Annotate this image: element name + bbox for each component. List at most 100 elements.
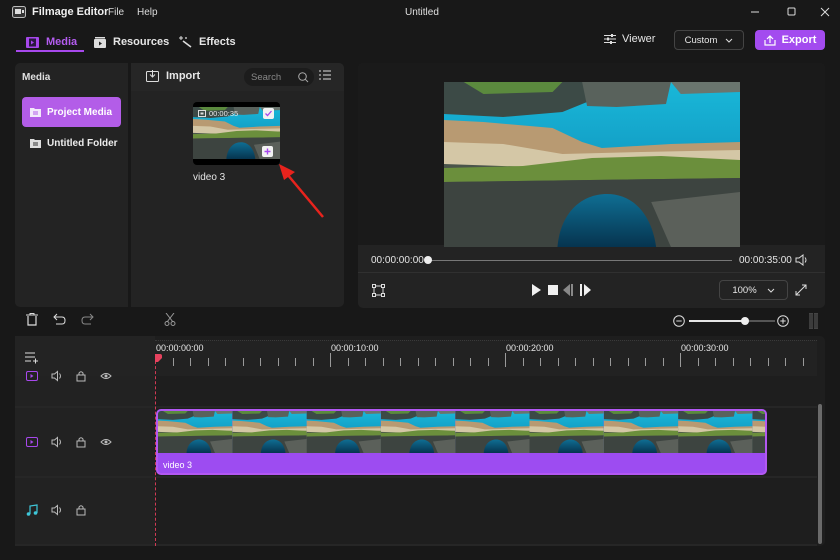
tab-effects-label: Effects xyxy=(199,36,236,48)
filmstrip-frame xyxy=(232,411,307,453)
ruler-tick xyxy=(522,358,524,366)
visibility-button[interactable] xyxy=(100,370,112,382)
clip-filmstrip xyxy=(158,411,765,453)
ruler-tick xyxy=(540,358,541,366)
redo-icon xyxy=(81,313,94,325)
preview-scrubber[interactable] xyxy=(428,260,732,261)
app-logo-icon xyxy=(12,6,26,18)
filmstrip-frame xyxy=(306,411,381,453)
stop-button[interactable] xyxy=(548,285,558,295)
lock-button[interactable] xyxy=(76,436,86,448)
filmstrip-frame xyxy=(380,411,456,453)
viewer-button[interactable]: Viewer xyxy=(604,33,655,45)
zoom-out-button[interactable] xyxy=(673,315,685,327)
add-track-button[interactable] xyxy=(25,352,38,364)
lock-button[interactable] xyxy=(76,504,86,516)
delete-button[interactable] xyxy=(26,313,38,326)
lock-button[interactable] xyxy=(76,370,86,382)
video-track-icon xyxy=(26,436,38,448)
ruler-tick xyxy=(382,358,384,366)
mute-button[interactable] xyxy=(51,370,63,382)
ruler-tick xyxy=(260,358,261,366)
minimize-button[interactable] xyxy=(746,4,766,20)
undo-button[interactable] xyxy=(53,313,66,325)
tab-media[interactable]: Media xyxy=(26,32,77,52)
list-icon xyxy=(319,70,331,80)
ruler-tick xyxy=(732,358,734,366)
search-input[interactable] xyxy=(251,71,291,83)
annotation-arrow-icon xyxy=(270,160,330,220)
timeline-vertical-scrollbar[interactable] xyxy=(818,404,822,544)
media-item-name: video 3 xyxy=(193,172,226,183)
ruler-tick xyxy=(610,358,611,366)
media-search[interactable] xyxy=(244,68,314,86)
ruler-tick xyxy=(435,358,436,366)
preset-select-value: Custom xyxy=(684,34,718,46)
visibility-button[interactable] xyxy=(100,436,112,448)
checkmark-icon xyxy=(263,108,274,119)
sliders-icon xyxy=(604,34,616,44)
timeline-clip-video-3[interactable] xyxy=(156,409,767,475)
search-icon xyxy=(298,71,309,83)
crop-frame-icon xyxy=(372,284,385,297)
preset-select[interactable]: Custom xyxy=(674,30,744,50)
preview-zoom-value: 100% xyxy=(732,284,757,296)
split-button[interactable] xyxy=(164,313,176,326)
next-frame-button[interactable] xyxy=(580,284,591,296)
folder-untitled[interactable]: Untitled Folder xyxy=(22,128,121,158)
app-name: Filmage Editor xyxy=(32,6,109,18)
chevron-down-icon xyxy=(725,38,733,43)
maximize-button[interactable] xyxy=(781,4,801,20)
current-timecode: 00:00:00:00 xyxy=(371,255,424,266)
mute-button[interactable] xyxy=(51,436,63,448)
clip-label: video 3 xyxy=(163,460,193,470)
redo-button[interactable] xyxy=(81,313,94,325)
ruler-label: 00:00:30:00 xyxy=(681,343,729,353)
media-item-duration: 00:00:35 xyxy=(198,109,238,118)
previous-frame-button[interactable] xyxy=(563,284,574,296)
selected-checkbox[interactable] xyxy=(263,108,274,119)
media-panel-title: Media xyxy=(22,72,51,83)
ruler-tick xyxy=(242,358,244,366)
audio-meter-icon xyxy=(809,313,818,329)
add-to-timeline-button[interactable] xyxy=(262,146,273,157)
video-track-icon xyxy=(26,370,38,382)
timeline-zoom-handle[interactable] xyxy=(740,317,749,325)
scrubber-handle[interactable] xyxy=(424,256,432,264)
folder-project-media[interactable]: Project Media xyxy=(22,97,121,127)
filmstrip-frame xyxy=(455,411,530,453)
tab-resources[interactable]: Resources xyxy=(94,32,169,52)
play-icon xyxy=(531,284,541,296)
video-clip-icon xyxy=(198,110,206,117)
play-button[interactable] xyxy=(531,284,541,296)
folder-icon xyxy=(30,107,41,117)
folder-label: Project Media xyxy=(47,106,113,118)
media-film-icon xyxy=(26,36,39,48)
ruler-tick xyxy=(347,358,349,366)
ruler-label: 00:00:20:00 xyxy=(506,343,554,353)
close-button[interactable] xyxy=(815,4,835,20)
export-button[interactable]: Export xyxy=(755,30,825,50)
list-view-button[interactable] xyxy=(319,70,331,80)
import-label: Import xyxy=(166,70,201,82)
ruler-tick xyxy=(802,358,804,366)
ruler-tick xyxy=(190,358,191,366)
filmstrip-frame xyxy=(158,411,233,453)
playhead-handle[interactable] xyxy=(155,354,162,363)
import-button[interactable]: Import xyxy=(146,70,200,82)
fullscreen-button[interactable] xyxy=(795,284,807,296)
mute-button[interactable] xyxy=(51,504,63,516)
scissors-icon xyxy=(164,313,176,326)
volume-button[interactable] xyxy=(795,254,808,266)
crop-button[interactable] xyxy=(372,284,385,297)
filmstrip-frame xyxy=(752,411,765,453)
tab-effects[interactable]: Effects xyxy=(179,32,236,52)
menu-help[interactable]: Help xyxy=(137,7,158,18)
preview-zoom-select[interactable]: 100% xyxy=(719,280,788,300)
ruler-tick xyxy=(225,358,226,366)
zoom-in-button[interactable] xyxy=(777,315,789,327)
ruler-tick xyxy=(172,358,174,366)
ruler-tick xyxy=(295,358,296,366)
ruler-tick xyxy=(417,358,419,366)
menu-file[interactable]: File xyxy=(108,7,124,18)
